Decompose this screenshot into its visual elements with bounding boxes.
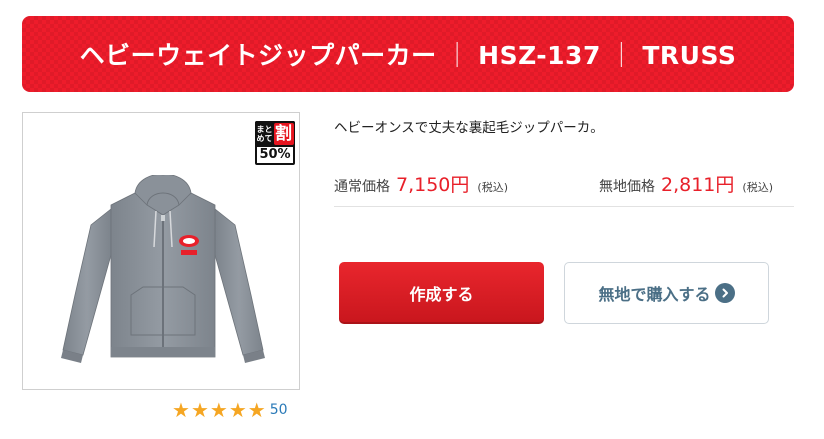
bulk-discount-badge: まと めて 割 50% [255,121,295,165]
product-description: ヘビーオンスで丈夫な裏起毛ジップパーカ。 [334,120,604,136]
regular-price-value: 7,150円 [396,174,470,196]
badge-line2: めて [256,134,273,143]
star-icon: ★ [228,398,247,422]
buy-plain-button[interactable]: 無地で購入する [564,262,769,324]
star-icon: ★ [209,398,228,422]
title-separator: ｜ [444,41,471,70]
plain-price-label: 無地価格 [599,179,655,195]
star-icon: ★ [190,398,209,422]
badge-discount: 50% [257,147,293,163]
regular-price: 通常価格 7,150円 (税込) [334,170,508,197]
plain-price-value: 2,811円 [661,174,735,196]
product-model: HSZ-137 [478,41,601,70]
price-row: 通常価格 7,150円 (税込) 無地価格 2,811円 (税込) [334,166,794,207]
badge-big-char: 割 [273,123,294,145]
create-button-label: 作成する [409,285,474,304]
gray-zip-hoodie-image [61,175,265,363]
create-button[interactable]: 作成する [339,262,544,324]
product-rating[interactable]: ★ ★ ★ ★ ★ 50 [172,400,288,420]
star-icon: ★ [247,398,266,422]
product-name: ヘビーウェイトジップパーカー [79,41,437,70]
plain-price: 無地価格 2,811円 (税込) [599,170,773,197]
buy-plain-button-label: 無地で購入する [598,285,711,304]
title-banner: ヘビーウェイトジップパーカー｜ HSZ-137 ｜ TRUSS [22,16,794,92]
badge-line1: まと [256,125,273,134]
star-icon: ★ [172,398,190,422]
review-count-link[interactable]: 50 [270,402,288,418]
regular-price-label: 通常価格 [334,179,390,195]
product-image-frame[interactable]: まと めて 割 50% [22,112,300,390]
brand-name: TRUSS [642,41,737,70]
title-separator-2: ｜ [608,41,635,70]
badge-top: まと めて 割 [255,121,295,147]
chevron-right-icon [714,283,735,303]
page-title: ヘビーウェイトジップパーカー｜ HSZ-137 ｜ TRUSS [80,36,737,72]
plain-price-tax: (税込) [742,181,773,194]
regular-price-tax: (税込) [477,181,508,194]
